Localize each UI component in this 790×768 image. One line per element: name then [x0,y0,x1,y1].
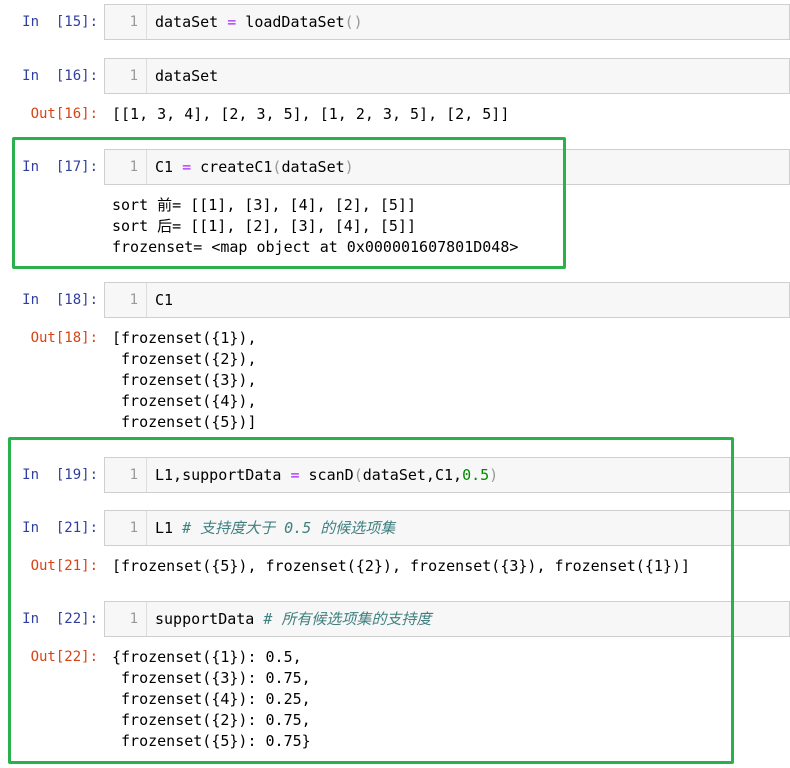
highlight-box-cells-19-22 [8,437,734,764]
line-number: 1 [105,59,147,93]
highlight-box-cell-17 [12,137,566,269]
operator-token: = [227,13,237,31]
code-line[interactable]: C1 [155,283,173,317]
out-prompt: Out[16]: [30,106,98,122]
line-number: 1 [105,283,147,317]
line-number: 1 [105,5,147,39]
code-input[interactable]: 1 dataSet [104,58,790,94]
code-input[interactable]: 1 dataSet = loadDataSet() [104,4,790,40]
in-prompt: In [18]: [22,292,98,308]
code-token: dataSet [155,13,228,31]
out-prompt: Out[18]: [30,330,98,346]
cell-output: [[1, 3, 4], [2, 3, 5], [1, 2, 3, 5], [2,… [112,105,510,123]
paren-token: () [344,13,363,31]
in-prompt: In [16]: [22,68,98,84]
in-prompt: In [15]: [22,14,98,30]
code-token: loadDataSet [236,13,345,31]
code-input[interactable]: 1 C1 [104,282,790,318]
code-line[interactable]: dataSet [155,59,218,93]
code-line[interactable]: dataSet = loadDataSet() [155,5,363,39]
cell-output: [frozenset({1}), frozenset({2}), frozens… [112,329,257,431]
